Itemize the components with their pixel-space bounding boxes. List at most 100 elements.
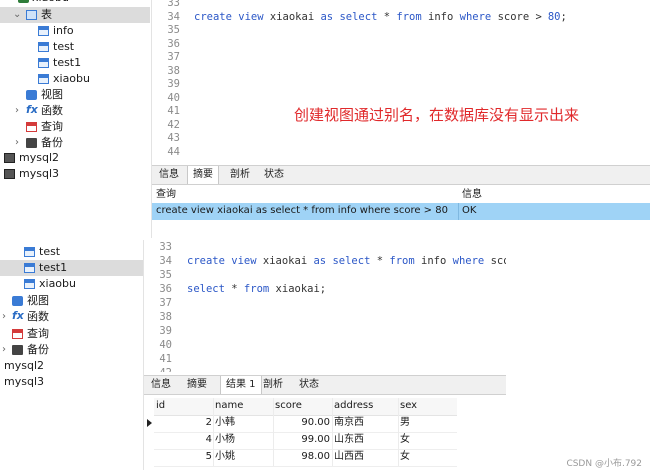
tab-info[interactable]: 信息 — [146, 376, 176, 394]
tab-profile[interactable]: 剖析 — [225, 166, 255, 184]
cell-score: 90.00 — [301, 417, 330, 428]
line-number: 43 — [167, 132, 180, 144]
top-result-tabs: 信息 摘要 剖析 状态 — [152, 165, 650, 185]
bottom-sql-editor[interactable]: 33 34 35 36 37 38 39 40 41 42 create view xiaokai… — [144, 240, 506, 372]
sql-token: select — [332, 255, 371, 267]
table-icon — [38, 42, 49, 52]
cell-score: 98.00 — [301, 451, 330, 462]
sql-token: from — [389, 255, 415, 267]
table-icon — [38, 58, 49, 68]
sql-token: view — [238, 11, 264, 23]
tree-table-xiaobu[interactable]: xiaobu — [0, 276, 143, 292]
tree-connection-label: mysql2 — [19, 151, 59, 164]
line-number: 36 — [167, 37, 180, 50]
tree-table-test[interactable]: test — [0, 244, 143, 260]
sql-token: info — [428, 11, 454, 23]
sql-token: as — [320, 11, 334, 23]
line-number: 38 — [167, 64, 180, 77]
chevron-right-icon[interactable]: › — [2, 309, 6, 325]
tree-queries-label: 查询 — [41, 120, 63, 133]
sql-token: ; — [560, 11, 567, 23]
annotation-text: 创建视图通过别名，在数据库没有显示出来 — [294, 106, 580, 124]
tree-views-label: 视图 — [27, 294, 49, 307]
backup-icon — [12, 345, 23, 355]
cell-sex: 女 — [400, 434, 410, 445]
line-number: 34 — [167, 10, 180, 23]
tab-result-1[interactable]: 结果 1 — [220, 376, 262, 394]
summary-header-query: 查询 — [156, 189, 176, 200]
line-number: 40 — [167, 91, 180, 104]
tab-profile[interactable]: 剖析 — [258, 376, 288, 394]
tab-summary[interactable]: 摘要 — [182, 376, 212, 394]
tree-table-label: test — [53, 40, 75, 53]
cell-id: 4 — [205, 434, 212, 445]
line-number: 33 — [159, 241, 172, 253]
grid-header-score[interactable]: score — [275, 398, 302, 414]
chevron-right-icon[interactable]: › — [15, 103, 19, 119]
sql-token: * — [231, 283, 238, 295]
grid-col-divider — [273, 398, 274, 466]
tree-tables-folder[interactable]: ⌄ 表 — [0, 7, 150, 23]
sql-token: where — [459, 11, 492, 23]
tree-db-xiaobu[interactable]: xiaobu — [0, 0, 150, 6]
tree-views-label: 视图 — [41, 88, 63, 101]
tree-table-label: test — [39, 245, 61, 258]
tab-info[interactable]: 信息 — [154, 166, 184, 184]
tree-functions-label: 函数 — [41, 104, 63, 117]
tree-table-test1[interactable]: test1 — [0, 260, 143, 276]
sql-token: create — [187, 255, 225, 267]
line-number: 37 — [159, 297, 172, 309]
grid-header-name[interactable]: name — [215, 398, 243, 414]
sql-token: select — [339, 11, 378, 23]
cell-id: 5 — [205, 451, 212, 462]
top-sql-line-34: create view xiaokai as select * from inf… — [194, 11, 567, 23]
summary-row[interactable]: create view xiaokai as select * from inf… — [152, 203, 650, 220]
bottom-panel: test test1 xiaobu 视图 › fx 函数 查询 › 备份 mys… — [0, 240, 650, 470]
table-row[interactable]: 4 小杨 99.00 山东西 女 — [154, 432, 457, 450]
tree-queries-label: 查询 — [27, 327, 49, 340]
chevron-right-icon[interactable]: › — [2, 342, 6, 358]
connection-icon — [4, 153, 15, 163]
top-sql-editor[interactable]: 33 34 35 36 37 38 39 40 41 42 43 44 create view xia… — [152, 0, 650, 162]
cell-address: 山西西 — [334, 451, 364, 462]
grid-header-address[interactable]: address — [334, 398, 373, 414]
tree-tables-label: 表 — [41, 8, 52, 21]
line-number: 42 — [167, 118, 180, 131]
top-sidebar: xiaobu ⌄ 表 info test test1 xiaobu 视图 › — [0, 0, 150, 238]
backup-icon — [26, 138, 37, 148]
cell-address: 南京西 — [334, 417, 364, 428]
line-number: 38 — [159, 311, 172, 323]
bottom-sidebar: test test1 xiaobu 视图 › fx 函数 查询 › 备份 mys… — [0, 240, 143, 470]
tab-status[interactable]: 状态 — [294, 376, 324, 394]
table-row[interactable]: 2 小韩 90.00 南京西 男 — [154, 415, 457, 433]
tree-table-label: test1 — [53, 56, 82, 69]
tree-db-label: xiaobu — [32, 0, 69, 6]
row-selector-arrow — [147, 419, 152, 427]
tree-connection-label: mysql3 — [4, 375, 44, 388]
line-number: 37 — [167, 51, 180, 63]
line-number: 39 — [159, 325, 172, 337]
tree-table-label: info — [53, 24, 74, 37]
chevron-right-icon[interactable]: › — [15, 135, 19, 151]
line-number: 39 — [167, 78, 180, 90]
summary-col-divider — [458, 203, 459, 220]
grid-header-id[interactable]: id — [156, 398, 165, 414]
table-icon — [38, 74, 49, 84]
bottom-sql-line-34: create view xiaokai as select * from inf… — [187, 255, 506, 267]
chevron-down-icon[interactable]: ⌄ — [13, 7, 21, 23]
function-icon: fx — [12, 309, 24, 322]
cell-sex: 男 — [400, 417, 410, 428]
table-row[interactable]: 5 小姚 98.00 山西西 女 — [154, 449, 457, 467]
tab-status[interactable]: 状态 — [259, 166, 289, 184]
sql-token: score — [497, 11, 530, 23]
tree-backups-label: 备份 — [41, 136, 63, 149]
line-number: 34 — [159, 255, 172, 267]
line-number: 41 — [159, 353, 172, 365]
tab-summary[interactable]: 摘要 — [187, 166, 219, 184]
sql-token: * — [376, 255, 384, 267]
table-folder-icon — [26, 10, 37, 20]
line-number: 40 — [159, 339, 172, 351]
database-icon — [18, 0, 29, 3]
grid-header-sex[interactable]: sex — [400, 398, 417, 414]
result-grid: id name score address sex 2 小韩 90.00 南京西… — [144, 396, 464, 468]
